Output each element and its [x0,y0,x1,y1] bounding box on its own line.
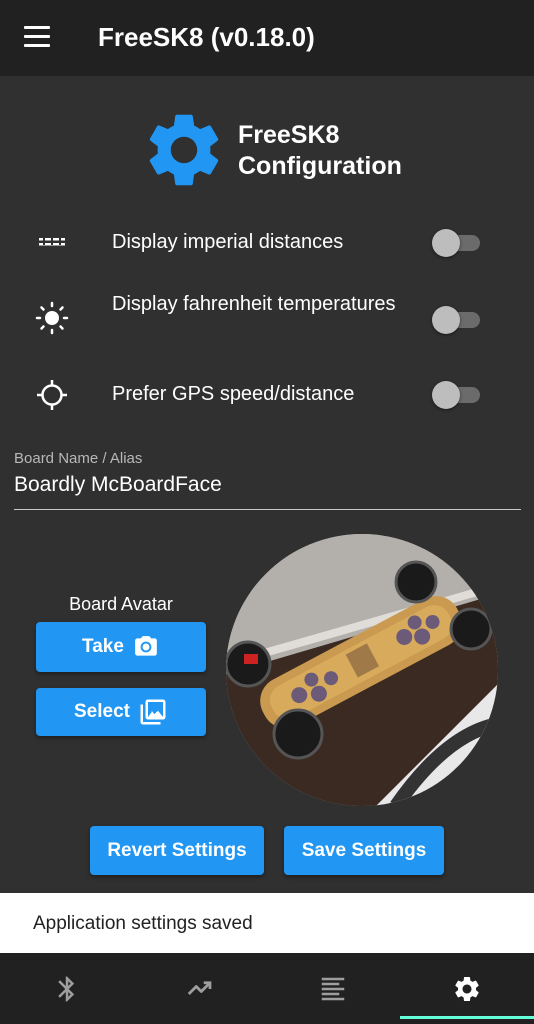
settings-page: FreeSK8 Configuration Display imperial d… [0,76,534,893]
nav-settings[interactable] [400,953,534,1024]
board-avatar-label: Board Avatar [69,594,173,614]
setting-label: Prefer GPS speed/distance [112,383,355,405]
setting-fahrenheit: Display fahrenheit temperatures [0,288,534,358]
save-settings-button[interactable]: Save Settings [284,826,444,875]
select-photo-button[interactable]: Select [36,688,206,736]
board-name-field: Board Name / Alias [14,444,521,514]
select-label: Select [74,701,130,722]
fahrenheit-toggle[interactable] [432,306,482,334]
take-label: Take [82,636,124,657]
active-tab-indicator [400,1016,534,1019]
snackbar: Application settings saved [0,893,534,953]
gps-toggle[interactable] [432,381,482,409]
bluetooth-icon [57,976,74,1001]
gps-crosshair-icon [37,380,67,410]
config-header: FreeSK8 Configuration [140,106,430,196]
board-name-label: Board Name / Alias [14,450,143,467]
nav-bluetooth[interactable] [0,953,133,1024]
take-photo-button[interactable]: Take [36,622,206,672]
imperial-toggle[interactable] [432,229,482,257]
board-name-input[interactable] [14,470,521,510]
settings-icon [455,976,479,1001]
setting-label: Display fahrenheit temperatures [112,293,396,315]
setting-imperial: Display imperial distances [0,212,534,272]
menu-icon[interactable] [24,26,52,48]
setting-label: Display imperial distances [112,231,344,253]
gear-icon [149,114,219,186]
board-avatar-image[interactable] [226,534,498,806]
nav-list[interactable] [266,953,399,1024]
photo-library-icon [140,699,166,725]
bottom-nav [0,953,534,1024]
app-title: FreeSK8 (v0.18.0) [98,22,315,52]
straighten-icon [39,238,65,246]
nav-trending[interactable] [133,953,266,1024]
revert-settings-button[interactable]: Revert Settings [90,826,264,875]
snackbar-message: Application settings saved [33,913,253,934]
app-bar: FreeSK8 (v0.18.0) [0,0,534,76]
camera-icon [135,636,157,656]
sun-icon [35,301,69,335]
config-title: FreeSK8 Configuration [238,121,402,180]
list-icon [321,977,344,1000]
setting-gps: Prefer GPS speed/distance [0,366,534,426]
trending-icon [187,980,211,995]
